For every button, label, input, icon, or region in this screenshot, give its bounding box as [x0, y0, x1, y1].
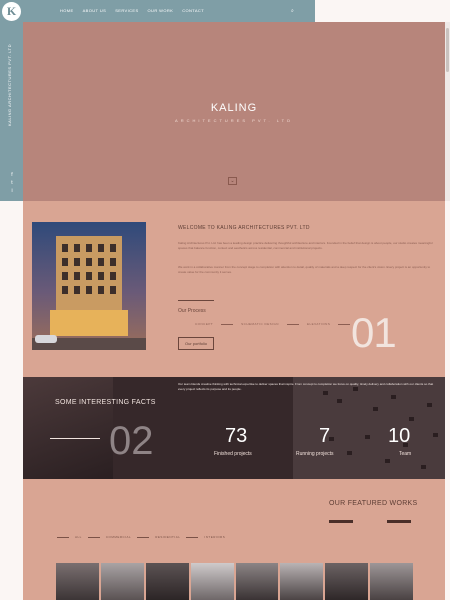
building-photo [32, 222, 146, 350]
filter-all[interactable]: ALL [75, 535, 82, 539]
stat-team-label: Team [399, 451, 412, 457]
process-step-schematic: SCHEMATIC DESIGN [241, 322, 279, 326]
our-process-label: Our Process [178, 308, 206, 314]
nav-services[interactable]: SERVICES [115, 8, 138, 13]
about-paragraph-2: We work in a collaborative manner from t… [178, 265, 431, 274]
top-navigation: HOME ABOUT US SERVICES OUR WORK CONTACT … [23, 0, 315, 22]
featured-works-section: OUR FEATURED WORKS ALL COMMERCIAL RESIDE… [23, 479, 445, 600]
facts-divider [50, 438, 100, 439]
sidebar-company-name: KALING ARCHITECTURES PVT. LTD [7, 44, 12, 126]
nav-home[interactable]: HOME [60, 8, 74, 13]
gallery-thumb[interactable] [325, 563, 369, 600]
nav-about[interactable]: ABOUT US [83, 8, 107, 13]
filter-interiors[interactable]: INTERIORS [204, 535, 225, 539]
hero-section: KALING ARCHITECTURES PVT. LTD ⌄ [23, 22, 445, 201]
works-gallery [56, 563, 413, 600]
search-icon[interactable]: ⌕ [291, 8, 297, 14]
scrollbar-thumb[interactable] [446, 28, 449, 72]
instagram-icon[interactable]: i [8, 188, 16, 194]
facts-background-right [293, 377, 445, 479]
section-number-01: 01 [351, 309, 397, 356]
stat-team-value: 10 [388, 425, 411, 447]
hero-subtitle: ARCHITECTURES PVT. LTD [175, 118, 293, 123]
about-section: WELCOME TO KALING ARCHITECTURES PVT. LTD… [23, 201, 445, 377]
nav-our-work[interactable]: OUR WORK [148, 8, 174, 13]
divider-line [178, 300, 214, 301]
process-step-concept: CONCEPT [195, 322, 214, 326]
gallery-thumb[interactable] [100, 563, 144, 600]
process-steps: CONCEPT SCHEMATIC DESIGN ELEVATIONS [195, 322, 351, 326]
hero-title: KALING [210, 102, 258, 114]
gallery-thumb[interactable] [280, 563, 324, 600]
filter-commercial[interactable]: COMMERCIAL [106, 535, 131, 539]
filter-residential[interactable]: RESIDENTIAL [155, 535, 180, 539]
process-step-elevations: ELEVATIONS [306, 322, 331, 326]
slider-next-bar[interactable] [387, 520, 411, 523]
about-paragraph-1: Kaling Architectures Pvt. Ltd. has been … [178, 241, 433, 250]
our-portfolio-button[interactable]: Our portfolio [178, 337, 214, 350]
left-sidebar: K KALING ARCHITECTURES PVT. LTD f t i [0, 0, 23, 201]
nav-contact[interactable]: CONTACT [182, 8, 204, 13]
gallery-thumb[interactable] [145, 563, 189, 600]
gallery-thumb[interactable] [235, 563, 279, 600]
section-number-02: 02 [109, 419, 154, 463]
stat-finished-label: Finished projects [214, 451, 252, 457]
welcome-heading: WELCOME TO KALING ARCHITECTURES PVT. LTD [178, 225, 310, 231]
facts-heading: SOME INTERESTING FACTS [55, 399, 156, 406]
stat-running-value: 7 [319, 425, 331, 447]
stat-finished-value: 73 [225, 425, 248, 447]
gallery-thumb[interactable] [190, 563, 234, 600]
works-filters: ALL COMMERCIAL RESIDENTIAL INTERIORS [57, 535, 225, 539]
scroll-down-arrow-icon[interactable]: ⌄ [228, 177, 237, 185]
facts-section: SOME INTERESTING FACTS Our team blends c… [23, 377, 445, 479]
stat-running-label: Running projects [296, 451, 334, 457]
slider-prev-bar[interactable] [329, 520, 353, 523]
twitter-icon[interactable]: t [8, 180, 16, 186]
facts-background-left [23, 377, 113, 479]
site-logo[interactable]: K [2, 2, 21, 21]
facts-paragraph: Our team blends creative thinking with t… [178, 382, 434, 391]
featured-works-heading: OUR FEATURED WORKS [329, 500, 418, 507]
facebook-icon[interactable]: f [8, 172, 16, 178]
gallery-thumb[interactable] [370, 563, 413, 600]
gallery-thumb[interactable] [56, 563, 99, 600]
